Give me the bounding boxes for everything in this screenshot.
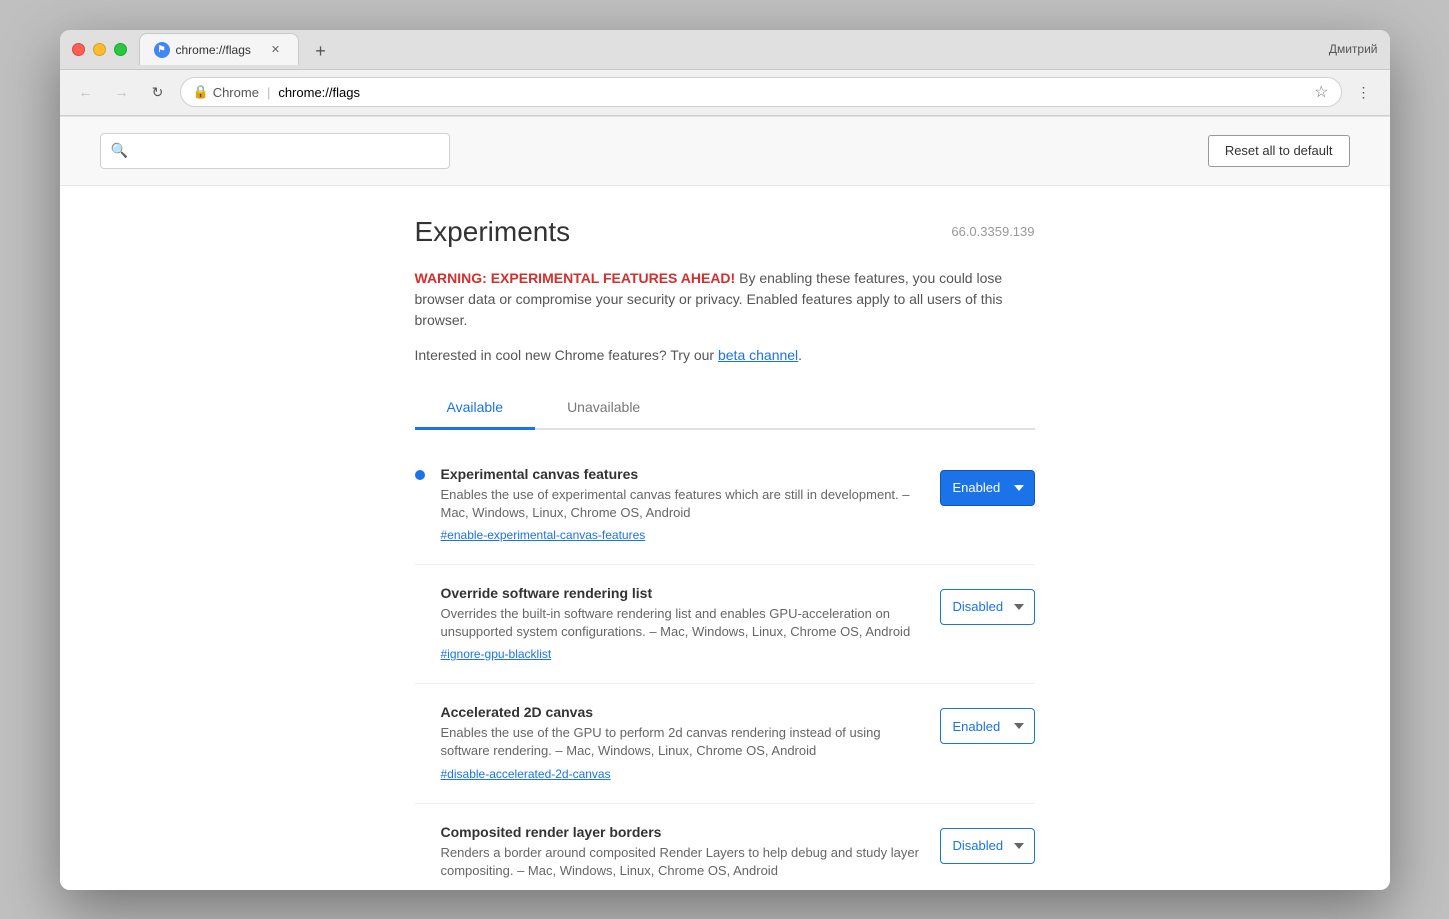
warning-text: WARNING: EXPERIMENTAL FEATURES AHEAD! By… [415, 268, 1035, 331]
browser-window: ⚑ chrome://flags ✕ + Дмитрий ← → ↻ 🔒 Chr… [60, 30, 1390, 890]
browser-tab[interactable]: ⚑ chrome://flags ✕ [139, 33, 299, 65]
page-title: Experiments [415, 216, 571, 248]
secure-icon: 🔒 [193, 84, 209, 100]
flag-select-enabled-2[interactable]: Enabled Disabled Default [940, 708, 1035, 744]
tab-close-button[interactable]: ✕ [268, 42, 284, 58]
beta-channel-link[interactable]: beta channel [718, 347, 798, 363]
flag-select-disabled-2[interactable]: Disabled Enabled Default [940, 828, 1035, 864]
tab-unavailable[interactable]: Unavailable [535, 387, 672, 430]
secure-indicator: 🔒 Chrome [193, 84, 259, 100]
address-path: chrome://flags [278, 85, 360, 100]
flag-anchor-link[interactable]: #enable-experimental-canvas-features [441, 528, 646, 542]
version-text: 66.0.3359.139 [951, 224, 1034, 239]
page-content: 🔍 Reset all to default Experiments 66.0.… [60, 116, 1390, 890]
flag-info: Override software rendering list Overrid… [441, 585, 924, 663]
new-tab-button[interactable]: + [307, 37, 335, 65]
flag-description: Overrides the built-in software renderin… [441, 605, 924, 641]
search-input-wrap[interactable]: 🔍 [100, 133, 450, 169]
tab-favicon-icon: ⚑ [154, 42, 170, 58]
flag-info: Accelerated 2D canvas Enables the use of… [441, 704, 924, 782]
flag-name: Experimental canvas features [441, 466, 924, 482]
flag-info: Experimental canvas features Enables the… [441, 466, 924, 544]
beta-text: Interested in cool new Chrome features? … [415, 347, 1035, 363]
flag-item: Override software rendering list Overrid… [415, 565, 1035, 684]
toolbar: ← → ↻ 🔒 Chrome | chrome://flags ☆ ⋮ [60, 70, 1390, 116]
title-bar: ⚑ chrome://flags ✕ + Дмитрий [60, 30, 1390, 70]
tab-available[interactable]: Available [415, 387, 536, 430]
flag-description: Enables the use of experimental canvas f… [441, 486, 924, 522]
flag-select-disabled[interactable]: Disabled Enabled Default [940, 589, 1035, 625]
flag-control: Enabled Disabled Default [940, 470, 1035, 506]
flag-control: Enabled Disabled Default [940, 708, 1035, 744]
tab-label: chrome://flags [176, 43, 251, 57]
minimize-button[interactable] [93, 43, 106, 56]
tabs-nav: Available Unavailable [415, 387, 1035, 430]
flag-description: Enables the use of the GPU to perform 2d… [441, 724, 924, 760]
flag-item: Experimental canvas features Enables the… [415, 446, 1035, 565]
flag-control: Disabled Enabled Default [940, 589, 1035, 625]
traffic-lights [72, 43, 127, 56]
flag-active-dot [415, 470, 425, 480]
flag-anchor-link[interactable]: #ignore-gpu-blacklist [441, 647, 552, 661]
flag-control: Disabled Enabled Default [940, 828, 1035, 864]
beta-prefix: Interested in cool new Chrome features? … [415, 347, 718, 363]
address-domain: Chrome [213, 85, 259, 100]
flag-name: Composited render layer borders [441, 824, 924, 840]
flag-info: Composited render layer borders Renders … [441, 824, 924, 884]
search-icon: 🔍 [111, 142, 128, 159]
flag-anchor-link[interactable]: #disable-accelerated-2d-canvas [441, 767, 611, 781]
search-bar-area: 🔍 Reset all to default [60, 117, 1390, 186]
address-bar[interactable]: 🔒 Chrome | chrome://flags ☆ [180, 77, 1342, 107]
maximize-button[interactable] [114, 43, 127, 56]
beta-suffix: . [798, 347, 802, 363]
warning-highlight: WARNING: EXPERIMENTAL FEATURES AHEAD! [415, 270, 736, 286]
reload-button[interactable]: ↻ [144, 78, 172, 106]
search-input[interactable] [136, 143, 439, 158]
flag-description: Renders a border around composited Rende… [441, 844, 924, 880]
flags-list: Experimental canvas features Enables the… [415, 446, 1035, 890]
flag-item: Accelerated 2D canvas Enables the use of… [415, 684, 1035, 803]
bookmark-icon[interactable]: ☆ [1314, 82, 1328, 102]
user-name: Дмитрий [1329, 42, 1378, 56]
flag-item: Composited render layer borders Renders … [415, 804, 1035, 890]
flag-name: Override software rendering list [441, 585, 924, 601]
tab-area: ⚑ chrome://flags ✕ + [139, 33, 1329, 65]
experiments-header: Experiments 66.0.3359.139 [415, 216, 1035, 248]
menu-button[interactable]: ⋮ [1350, 78, 1378, 106]
back-button[interactable]: ← [72, 78, 100, 106]
warning-box: WARNING: EXPERIMENTAL FEATURES AHEAD! By… [415, 268, 1035, 331]
close-button[interactable] [72, 43, 85, 56]
address-divider: | [267, 85, 270, 100]
flag-name: Accelerated 2D canvas [441, 704, 924, 720]
reset-all-button[interactable]: Reset all to default [1208, 135, 1350, 167]
flag-select-enabled[interactable]: Enabled Disabled Default [940, 470, 1035, 506]
forward-button[interactable]: → [108, 78, 136, 106]
main-area: Experiments 66.0.3359.139 WARNING: EXPER… [60, 186, 1390, 890]
